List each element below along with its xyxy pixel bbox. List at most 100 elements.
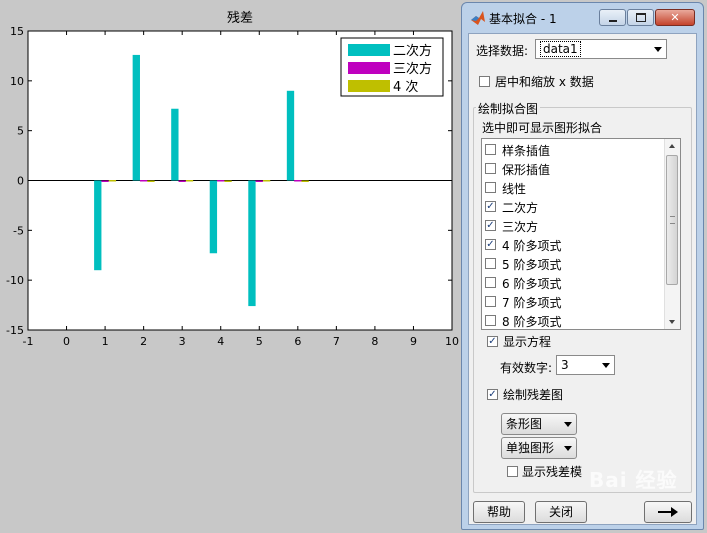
plot-residuals-label: 绘制残差图 (503, 388, 564, 402)
residual-figure: 残差 -1 0 1 2 3 4 5 6 7 8 9 10 15 10 5 0 -5 -10 -15 二次方 三次方 4 … (0, 0, 460, 533)
fit-item-checkbox[interactable] (485, 277, 496, 288)
close-button[interactable]: ✕ (655, 9, 695, 26)
x-tick-label: 7 (333, 335, 340, 348)
x-tick-label: 0 (63, 335, 70, 348)
fit-list-item[interactable]: 保形插值 (482, 159, 666, 178)
chevron-down-icon (654, 47, 662, 52)
scroll-down-icon[interactable] (669, 320, 675, 324)
help-button[interactable]: 帮助 (473, 501, 525, 523)
close-dialog-button[interactable]: 关闭 (535, 501, 587, 523)
fit-item-checkbox[interactable] (485, 258, 496, 269)
x-tick-label: 5 (256, 335, 263, 348)
select-data-label: 选择数据: (476, 44, 529, 58)
x-tick-label: 10 (445, 335, 459, 348)
bar-cubic (178, 180, 186, 182)
next-button[interactable] (644, 501, 692, 523)
fit-item-label: 8 阶多项式 (502, 315, 562, 329)
fit-item-checkbox[interactable] (485, 315, 496, 326)
x-tick-label: 8 (371, 335, 378, 348)
center-scale-checkbox[interactable] (479, 76, 490, 87)
y-tick-label: -10 (6, 274, 24, 287)
show-equations-label: 显示方程 (503, 335, 552, 349)
bar-cubic (139, 180, 148, 182)
chevron-down-icon (564, 446, 572, 451)
x-tick-label: 9 (410, 335, 417, 348)
show-residual-norm-label: 显示残差模 (522, 465, 583, 479)
bar-quartic (262, 180, 271, 182)
bar-quadratic (209, 180, 218, 254)
legend-swatch (348, 62, 390, 74)
fit-item-label: 7 阶多项式 (502, 296, 562, 310)
title-bar[interactable]: 基本拟合 - 1 ✕ (462, 3, 703, 33)
scroll-up-icon[interactable] (669, 144, 675, 148)
fit-item-checkbox[interactable]: ✓ (485, 201, 496, 212)
fit-item-checkbox[interactable] (485, 163, 496, 174)
x-tick-label: 1 (102, 335, 109, 348)
bar-cubic (255, 180, 263, 182)
bar-quadratic (94, 180, 102, 271)
fit-item-label: 样条插值 (502, 144, 551, 158)
baidu-watermark: Bai 经验 (589, 468, 678, 492)
bar-cubic (101, 180, 109, 182)
chart-legend[interactable]: 二次方三次方 4 次 (340, 37, 444, 97)
bar-quartic (147, 180, 155, 182)
residual-plot-location-value: 单独图形 (506, 441, 555, 455)
fit-list-item[interactable]: ✓ 三次方 (482, 216, 666, 235)
list-scrollbar[interactable] (664, 139, 680, 329)
x-tick-label: 2 (140, 335, 147, 348)
fit-item-label: 6 阶多项式 (502, 277, 562, 291)
fit-list-item[interactable]: 5 阶多项式 (482, 254, 666, 273)
residual-plot-location-dropdown[interactable]: 单独图形 (501, 437, 577, 459)
fit-item-checkbox[interactable] (485, 296, 496, 307)
fit-list-item[interactable]: 样条插值 (482, 140, 666, 159)
fit-item-checkbox[interactable] (485, 144, 496, 155)
legend-label: 4 次 (393, 79, 418, 95)
x-tick-label: 4 (217, 335, 224, 348)
sig-digits-dropdown[interactable]: 3 (556, 355, 615, 375)
fit-list-item[interactable]: 8 阶多项式 (482, 311, 666, 329)
x-tick-label: -1 (23, 335, 34, 348)
plot-residuals-checkbox[interactable]: ✓ (487, 389, 498, 400)
minimize-button[interactable] (599, 9, 626, 26)
maximize-button[interactable] (627, 9, 654, 26)
chevron-down-icon (564, 422, 572, 427)
y-tick-label: 5 (17, 125, 24, 138)
scroll-thumb[interactable] (666, 155, 678, 285)
fit-list-item[interactable]: ✓ 4 阶多项式 (482, 235, 666, 254)
bar-quartic (224, 180, 232, 182)
bar-cubic (294, 180, 302, 182)
legend-swatch (348, 80, 390, 92)
y-tick-label: 10 (10, 75, 24, 88)
fit-list-item[interactable]: 7 阶多项式 (482, 292, 666, 311)
x-tick-label: 6 (294, 335, 301, 348)
fit-item-label: 4 阶多项式 (502, 239, 562, 253)
bar-quartic (301, 180, 309, 182)
show-equations-checkbox[interactable]: ✓ (487, 336, 498, 347)
plot-fits-hint: 选中即可显示图形拟合 (482, 121, 603, 135)
basic-fitting-dialog: 基本拟合 - 1 ✕ 选择数据: data1 居中和缩放 x 数据 绘制拟合图 … (461, 2, 704, 530)
fit-list-item[interactable]: ✓ 二次方 (482, 197, 666, 216)
sig-digits-label: 有效数字: (500, 361, 553, 375)
fit-item-label: 线性 (502, 182, 527, 196)
residual-plot-type-dropdown[interactable]: 条形图 (501, 413, 577, 435)
fit-list-item[interactable]: 线性 (482, 178, 666, 197)
chevron-down-icon (602, 363, 610, 368)
fit-types-list[interactable]: 样条插值 保形插值 线性 ✓ 二次方 ✓ 三次方 ✓ 4 阶多项式 5 阶多项式 6 阶多项式 7 阶… (481, 138, 681, 330)
y-tick-label: -15 (6, 324, 24, 337)
fit-item-checkbox[interactable]: ✓ (485, 239, 496, 250)
chart-title: 残差 (227, 11, 253, 26)
y-tick-label: -5 (13, 224, 24, 237)
show-residual-norm-checkbox[interactable] (507, 466, 518, 477)
maximize-icon (635, 13, 646, 22)
dialog-client-area: 选择数据: data1 居中和缩放 x 数据 绘制拟合图 选中即可显示图形拟合 … (468, 33, 697, 525)
matlab-logo-icon (471, 11, 485, 25)
fit-item-checkbox[interactable] (485, 182, 496, 193)
fit-item-checkbox[interactable]: ✓ (485, 220, 496, 231)
fit-list-item[interactable]: 6 阶多项式 (482, 273, 666, 292)
residual-plot-type-value: 条形图 (506, 417, 543, 431)
plot-fits-group-label: 绘制拟合图 (476, 100, 541, 117)
y-tick-label: 0 (17, 175, 24, 188)
select-data-dropdown[interactable]: data1 (535, 39, 667, 59)
x-tick-label: 3 (179, 335, 186, 348)
center-scale-label: 居中和缩放 x 数据 (495, 75, 594, 89)
